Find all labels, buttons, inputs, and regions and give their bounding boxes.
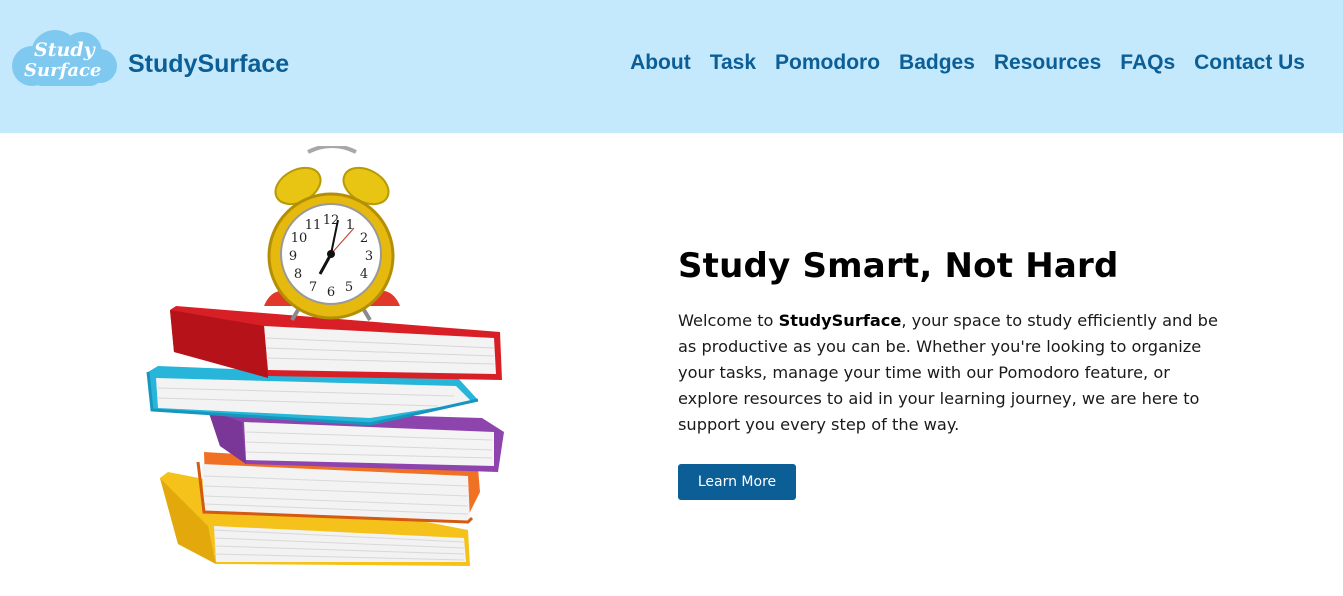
learn-more-button[interactable]: Learn More bbox=[678, 464, 796, 500]
nav-link-about[interactable]: About bbox=[630, 51, 691, 75]
nav-link-task[interactable]: Task bbox=[710, 51, 756, 75]
clock-numeral-9: 9 bbox=[289, 249, 297, 264]
main-nav: About Task Pomodoro Badges Resources FAQ… bbox=[630, 51, 1305, 75]
clock-numeral-11: 11 bbox=[305, 218, 322, 233]
nav-link-resources[interactable]: Resources bbox=[994, 51, 1101, 75]
studysurface-logo[interactable]: Study Surface bbox=[10, 28, 120, 90]
hero-intro-before: Welcome to bbox=[678, 311, 779, 330]
clock-numeral-10: 10 bbox=[291, 231, 308, 246]
clock-numeral-7: 7 bbox=[309, 280, 317, 295]
nav-link-badges[interactable]: Badges bbox=[899, 51, 975, 75]
clock-numeral-5: 5 bbox=[345, 280, 353, 295]
logo-text-line1: Study bbox=[34, 39, 97, 61]
nav-link-pomodoro[interactable]: Pomodoro bbox=[775, 51, 880, 75]
hero-description: Welcome to StudySurface, your space to s… bbox=[678, 308, 1226, 438]
books-and-alarm-clock-illustration: 12 1 2 3 4 5 6 7 8 9 10 11 bbox=[146, 146, 504, 566]
logo-text-line2: Surface bbox=[24, 60, 101, 81]
nav-link-faqs[interactable]: FAQs bbox=[1120, 51, 1175, 75]
nav-link-contact-us[interactable]: Contact Us bbox=[1194, 51, 1305, 75]
clock-numeral-1: 1 bbox=[346, 218, 354, 233]
clock-numeral-2: 2 bbox=[360, 231, 368, 246]
clock-numeral-8: 8 bbox=[294, 267, 302, 282]
hero-title: Study Smart, Not Hard bbox=[678, 246, 1119, 286]
brand-name[interactable]: StudySurface bbox=[128, 50, 289, 79]
clock-numeral-3: 3 bbox=[365, 249, 373, 264]
clock-numeral-6: 6 bbox=[327, 285, 335, 300]
hero-intro-brand: StudySurface bbox=[778, 311, 902, 330]
clock-numeral-4: 4 bbox=[360, 267, 368, 282]
alarm-clock: 12 1 2 3 4 5 6 7 8 9 10 11 bbox=[264, 146, 400, 322]
site-header: Study Surface StudySurface About Task Po… bbox=[0, 0, 1343, 133]
